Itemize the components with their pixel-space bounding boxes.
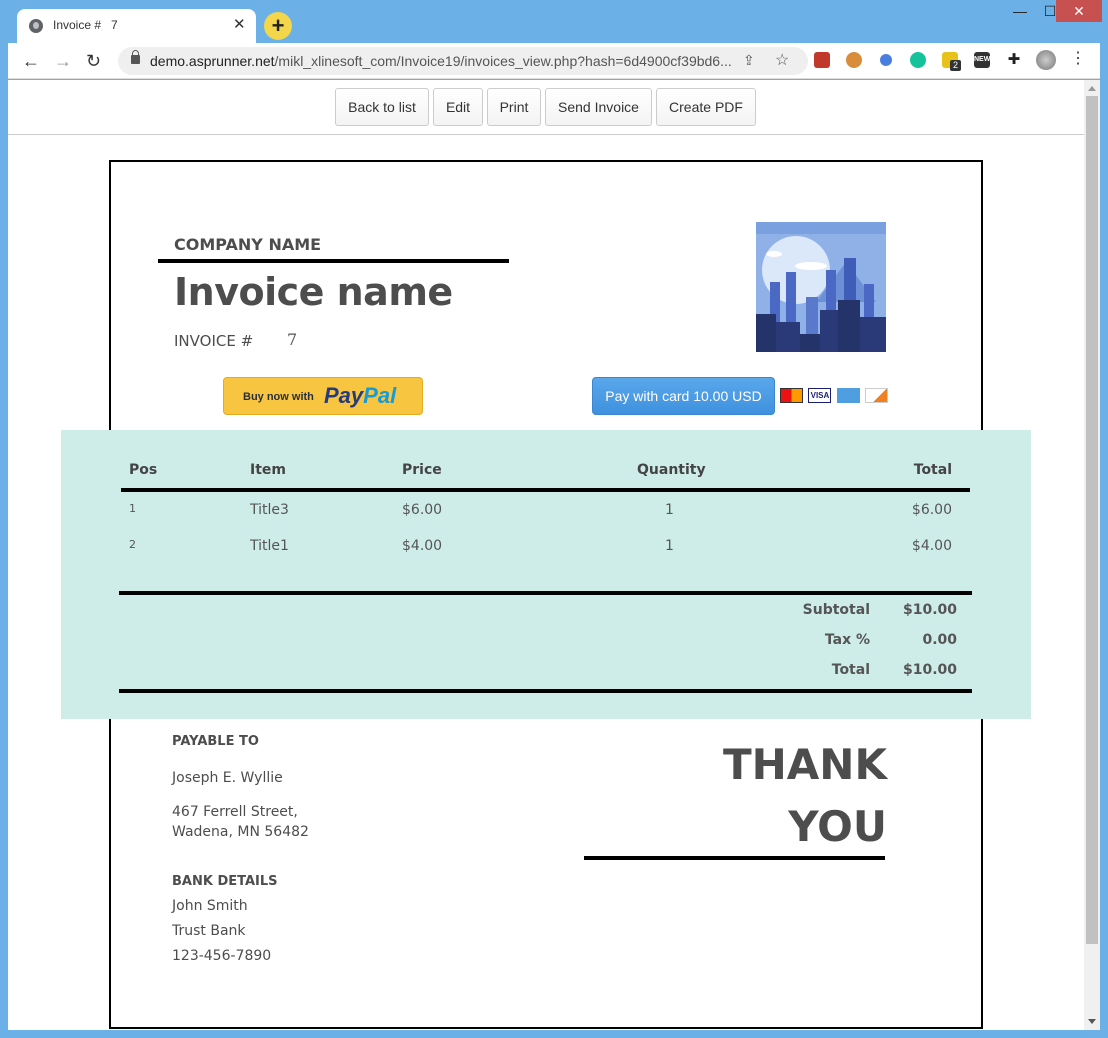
amex-icon xyxy=(836,388,860,403)
items-table: Pos Item Price Quantity Total 1 Title3 $… xyxy=(61,430,1031,719)
forward-icon[interactable]: → xyxy=(54,51,72,72)
tab-close-icon[interactable]: ✕ xyxy=(233,15,246,33)
paypal-logo: PayPal xyxy=(324,383,397,408)
address-bar[interactable]: demo.asprunner.net/mikl_xlinesoft_com/In… xyxy=(118,47,808,75)
tax-label: Tax % xyxy=(824,632,870,648)
send-invoice-button[interactable]: Send Invoice xyxy=(545,88,652,126)
cell-item: Title1 xyxy=(250,538,289,554)
subtotal-label: Subtotal xyxy=(802,602,870,618)
summary-top-divider xyxy=(119,591,972,595)
vertical-scrollbar[interactable] xyxy=(1084,80,1100,1030)
mastercard-icon xyxy=(780,388,803,403)
edit-button[interactable]: Edit xyxy=(433,88,483,126)
total-value: $10.00 xyxy=(902,662,957,678)
page-content: Back to list Edit Print Send Invoice Cre… xyxy=(8,80,1084,1030)
url-text: demo.asprunner.net/mikl_xlinesoft_com/In… xyxy=(150,53,732,69)
create-pdf-button[interactable]: Create PDF xyxy=(656,88,756,126)
lock-icon xyxy=(131,50,140,64)
total-label: Total xyxy=(831,662,870,678)
tax-value: 0.00 xyxy=(922,632,957,648)
reload-icon[interactable]: ↻ xyxy=(86,51,101,72)
extension-new-icon[interactable]: NEW xyxy=(974,52,990,68)
extension-book-icon[interactable] xyxy=(814,52,830,68)
tab-title: Invoice # 7 xyxy=(53,18,118,32)
col-header-total: Total xyxy=(913,462,952,478)
extensions-puzzle-icon[interactable]: ✚ xyxy=(1006,52,1022,68)
cell-total: $4.00 xyxy=(911,538,952,554)
extension-badge: 2 xyxy=(950,60,961,71)
menu-kebab-icon[interactable]: ⋮ xyxy=(1070,51,1086,68)
action-bar: Back to list Edit Print Send Invoice Cre… xyxy=(8,80,1084,135)
profile-avatar[interactable] xyxy=(1036,50,1056,70)
cell-price: $4.00 xyxy=(402,538,443,554)
scroll-up-icon[interactable] xyxy=(1088,86,1096,91)
grammarly-icon[interactable] xyxy=(910,52,926,68)
extension-a-icon[interactable] xyxy=(880,54,892,66)
url-path: /mikl_xlinesoft_com/Invoice19/invoices_v… xyxy=(274,53,732,69)
invoice-title: Invoice name xyxy=(174,270,453,314)
browser-tab[interactable]: Invoice # 7 ✕ xyxy=(17,9,256,43)
cell-quantity: 1 xyxy=(665,502,674,518)
browser-toolbar: ← → ↻ demo.asprunner.net/mikl_xlinesoft_… xyxy=(8,43,1100,79)
cell-total: $6.00 xyxy=(911,502,952,518)
col-header-price: Price xyxy=(402,462,442,478)
invoice-number-label: INVOICE # xyxy=(174,332,254,350)
back-icon[interactable]: ← xyxy=(22,51,40,72)
cell-pos: 2 xyxy=(129,538,136,551)
pay-with-card-button[interactable]: Pay with card 10.00 USD xyxy=(592,377,775,415)
city-skyline-logo xyxy=(756,222,886,352)
invoice-number: 7 xyxy=(287,330,298,349)
col-header-quantity: Quantity xyxy=(637,462,706,478)
extension-cookie-icon[interactable] xyxy=(846,52,862,68)
visa-icon: VISA xyxy=(808,388,832,403)
summary-bottom-divider xyxy=(119,689,972,693)
paypal-prefix: Buy now with xyxy=(243,391,314,403)
scrollbar-thumb[interactable] xyxy=(1086,96,1098,944)
col-header-item: Item xyxy=(250,462,286,478)
browser-window: Invoice # 7 ✕ + — ☐ ✕ ← → ↻ demo.asprunn… xyxy=(0,0,1108,1038)
cell-price: $6.00 xyxy=(402,502,443,518)
card-brands: VISA xyxy=(780,388,889,406)
back-to-list-button[interactable]: Back to list xyxy=(335,88,429,126)
company-name: COMPANY NAME xyxy=(174,235,322,254)
cell-item: Title3 xyxy=(250,502,289,518)
subtotal-value: $10.00 xyxy=(902,602,957,618)
share-icon[interactable]: ⇪ xyxy=(743,52,755,69)
bookmark-star-icon[interactable]: ☆ xyxy=(775,50,789,70)
scroll-down-icon[interactable] xyxy=(1088,1019,1096,1024)
print-button[interactable]: Print xyxy=(487,88,541,126)
cell-pos: 1 xyxy=(129,502,136,515)
close-window-button[interactable]: ✕ xyxy=(1056,0,1102,22)
globe-icon xyxy=(29,19,43,33)
col-header-pos: Pos xyxy=(129,462,158,478)
cell-quantity: 1 xyxy=(665,538,674,554)
discover-icon xyxy=(865,388,889,403)
new-tab-button[interactable]: + xyxy=(264,12,292,40)
header-divider xyxy=(121,488,970,492)
paypal-button[interactable]: Buy now with PayPal xyxy=(223,377,423,415)
url-host: demo.asprunner.net xyxy=(150,53,275,69)
company-divider xyxy=(158,259,509,263)
extension-chat-icon[interactable]: 2 xyxy=(942,52,961,71)
